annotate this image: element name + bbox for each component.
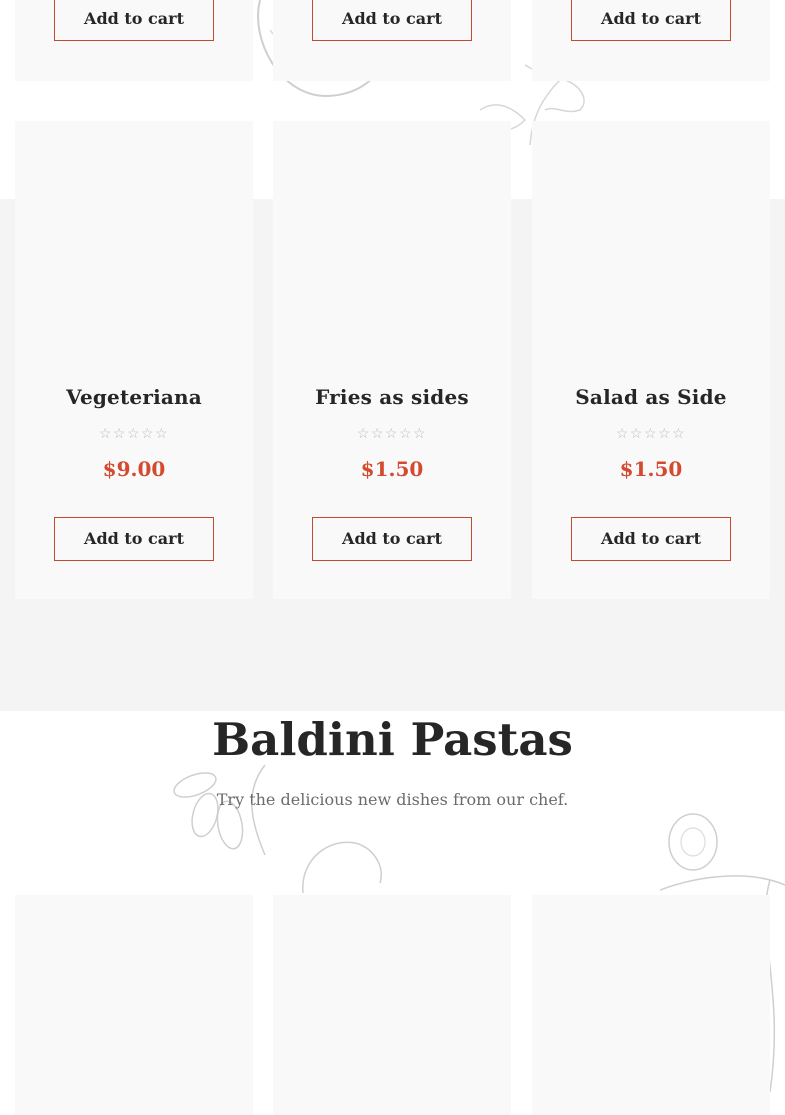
product-price: $9.00 — [102, 457, 166, 481]
product-title[interactable]: Salad as Side — [532, 385, 770, 409]
product-card: Fries as sides ☆☆☆☆☆ $1.50 Add to cart — [273, 121, 511, 599]
rating-stars: ☆☆☆☆☆ — [356, 426, 428, 442]
add-to-cart-button[interactable]: Add to cart — [54, 517, 214, 561]
add-to-cart-button[interactable]: Add to cart — [571, 0, 731, 41]
rating-stars: ☆☆☆☆☆ — [98, 426, 170, 442]
rating-stars: ☆☆☆☆☆ — [615, 426, 687, 442]
product-card — [532, 895, 770, 1115]
product-card: Vegeteriana ☆☆☆☆☆ $9.00 Add to cart — [15, 121, 253, 599]
section-title: Baldini Pastas — [212, 713, 573, 766]
product-card — [273, 895, 511, 1115]
product-card: Add to cart — [273, 0, 511, 81]
product-card — [15, 895, 253, 1115]
add-to-cart-button[interactable]: Add to cart — [312, 0, 472, 41]
add-to-cart-button[interactable]: Add to cart — [54, 0, 214, 41]
product-title[interactable]: Vegeteriana — [15, 385, 253, 409]
product-card: Salad as Side ☆☆☆☆☆ $1.50 Add to cart — [532, 121, 770, 599]
product-title[interactable]: Fries as sides — [273, 385, 511, 409]
olive-branch-sketch-icon — [173, 764, 266, 856]
section-subtitle: Try the delicious new dishes from our ch… — [216, 790, 569, 809]
product-price: $1.50 — [360, 457, 424, 481]
add-to-cart-button[interactable]: Add to cart — [312, 517, 472, 561]
product-price: $1.50 — [619, 457, 683, 481]
mushroom-sketch-icon — [302, 841, 382, 894]
add-to-cart-button[interactable]: Add to cart — [571, 517, 731, 561]
lemon-sketch-icon — [668, 813, 718, 871]
product-card: Add to cart — [15, 0, 253, 81]
product-card: Add to cart — [532, 0, 770, 81]
